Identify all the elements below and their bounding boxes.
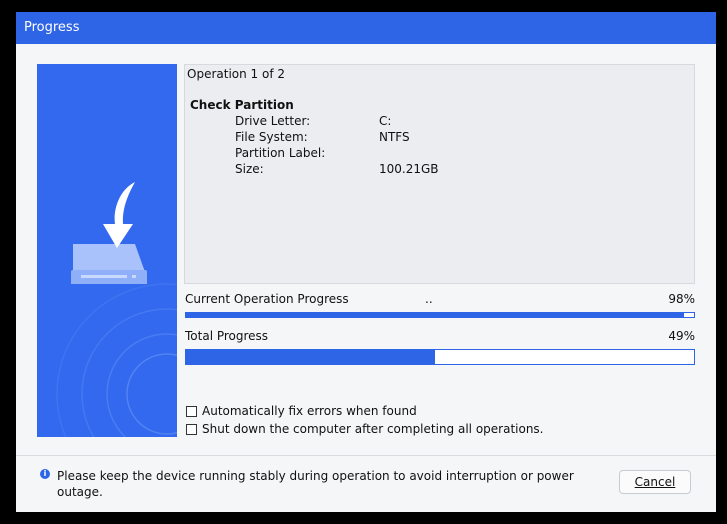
auto-fix-label[interactable]: Automatically fix errors when found	[202, 404, 417, 418]
total-progress-bar	[185, 349, 695, 365]
shutdown-checkbox[interactable]	[186, 423, 197, 435]
current-progress-fill	[186, 313, 684, 317]
operation-counter: Operation 1 of 2	[187, 67, 285, 81]
drive-letter-label: Drive Letter:	[235, 114, 311, 128]
disk-download-icon	[56, 182, 177, 437]
size-label: Size:	[235, 162, 264, 176]
auto-fix-checkbox[interactable]	[186, 405, 197, 417]
operation-details-panel: Operation 1 of 2 Check Partition Drive L…	[184, 64, 695, 284]
current-progress-status: ..	[425, 292, 433, 306]
current-progress-percent: 98%	[668, 292, 695, 306]
size-value: 100.21GB	[379, 162, 439, 176]
file-system-value: NTFS	[379, 130, 410, 144]
partition-label-label: Partition Label:	[235, 146, 326, 160]
footer-divider	[16, 455, 716, 456]
auto-fix-option[interactable]: Automatically fix errors when found	[186, 404, 417, 418]
total-progress-percent: 49%	[668, 329, 695, 343]
stability-notice: Please keep the device running stably du…	[57, 469, 574, 499]
shutdown-label[interactable]: Shut down the computer after completing …	[202, 422, 544, 436]
shutdown-option[interactable]: Shut down the computer after completing …	[186, 422, 544, 436]
drive-letter-value: C:	[379, 114, 392, 128]
info-icon: i	[40, 469, 50, 479]
dialog-title: Progress	[16, 12, 716, 44]
current-progress-label: Current Operation Progress	[185, 292, 349, 306]
progress-dialog: Progress Operation 1 of 2 Check Partitio…	[16, 12, 716, 512]
operation-title: Check Partition	[190, 98, 294, 112]
file-system-label: File System:	[235, 130, 308, 144]
current-progress-bar	[185, 312, 695, 318]
total-progress-label: Total Progress	[185, 329, 269, 343]
sidebar-illustration	[37, 64, 177, 437]
cancel-button[interactable]: Cancel	[619, 470, 691, 494]
total-progress-fill	[186, 350, 435, 364]
